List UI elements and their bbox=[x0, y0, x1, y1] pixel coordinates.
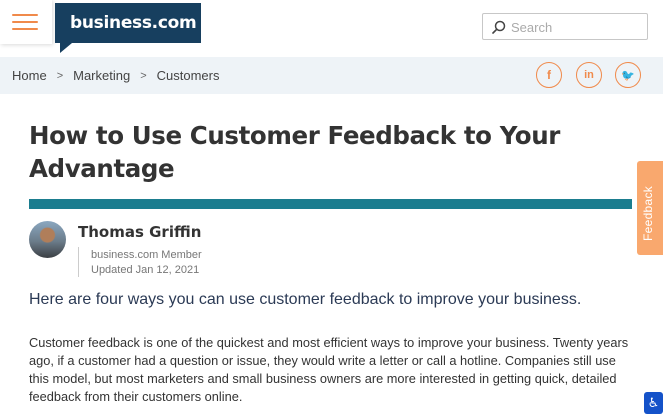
search-icon bbox=[492, 20, 506, 34]
author-avatar[interactable] bbox=[29, 221, 66, 258]
feedback-tab-label: Feedback bbox=[641, 185, 655, 241]
menu-line bbox=[12, 28, 38, 30]
title-divider bbox=[29, 199, 632, 209]
breadcrumb-separator: > bbox=[140, 69, 147, 82]
breadcrumb-home[interactable]: Home bbox=[12, 68, 47, 83]
twitter-icon: 🐦 bbox=[621, 69, 635, 82]
author-role: business.com Member bbox=[91, 249, 202, 261]
breadcrumb-customers[interactable]: Customers bbox=[157, 68, 220, 83]
site-header: business.com bbox=[0, 0, 663, 57]
feedback-tab-button[interactable]: Feedback bbox=[637, 161, 663, 255]
article-lead: Here are four ways you can use customer … bbox=[29, 291, 582, 308]
article-title: How to Use Customer Feedback to Your Adv… bbox=[29, 121, 560, 183]
search-input[interactable] bbox=[511, 17, 641, 37]
facebook-icon: f bbox=[547, 68, 551, 82]
search-box[interactable] bbox=[482, 13, 648, 40]
logo-text: business.com bbox=[70, 13, 197, 33]
updated-date: Updated Jan 12, 2021 bbox=[91, 264, 200, 276]
menu-line bbox=[12, 14, 38, 16]
breadcrumb: Home > Marketing > Customers bbox=[12, 68, 220, 83]
breadcrumb-separator: > bbox=[56, 69, 64, 82]
breadcrumb-marketing[interactable]: Marketing bbox=[73, 68, 130, 83]
linkedin-icon: in bbox=[584, 69, 594, 81]
author-name[interactable]: Thomas Griffin bbox=[78, 223, 201, 241]
facebook-share-button[interactable]: f bbox=[536, 62, 562, 88]
twitter-share-button[interactable]: 🐦 bbox=[615, 62, 641, 88]
breadcrumb-bar: Home > Marketing > Customers f in 🐦 bbox=[0, 57, 663, 94]
meta-divider bbox=[78, 247, 79, 277]
site-logo[interactable]: business.com bbox=[55, 3, 201, 53]
linkedin-share-button[interactable]: in bbox=[576, 62, 602, 88]
article-body: Customer feedback is one of the quickest… bbox=[29, 335, 629, 404]
menu-line bbox=[12, 21, 38, 23]
hamburger-menu-button[interactable] bbox=[0, 0, 52, 44]
accessibility-icon[interactable]: ♿ bbox=[644, 392, 663, 414]
